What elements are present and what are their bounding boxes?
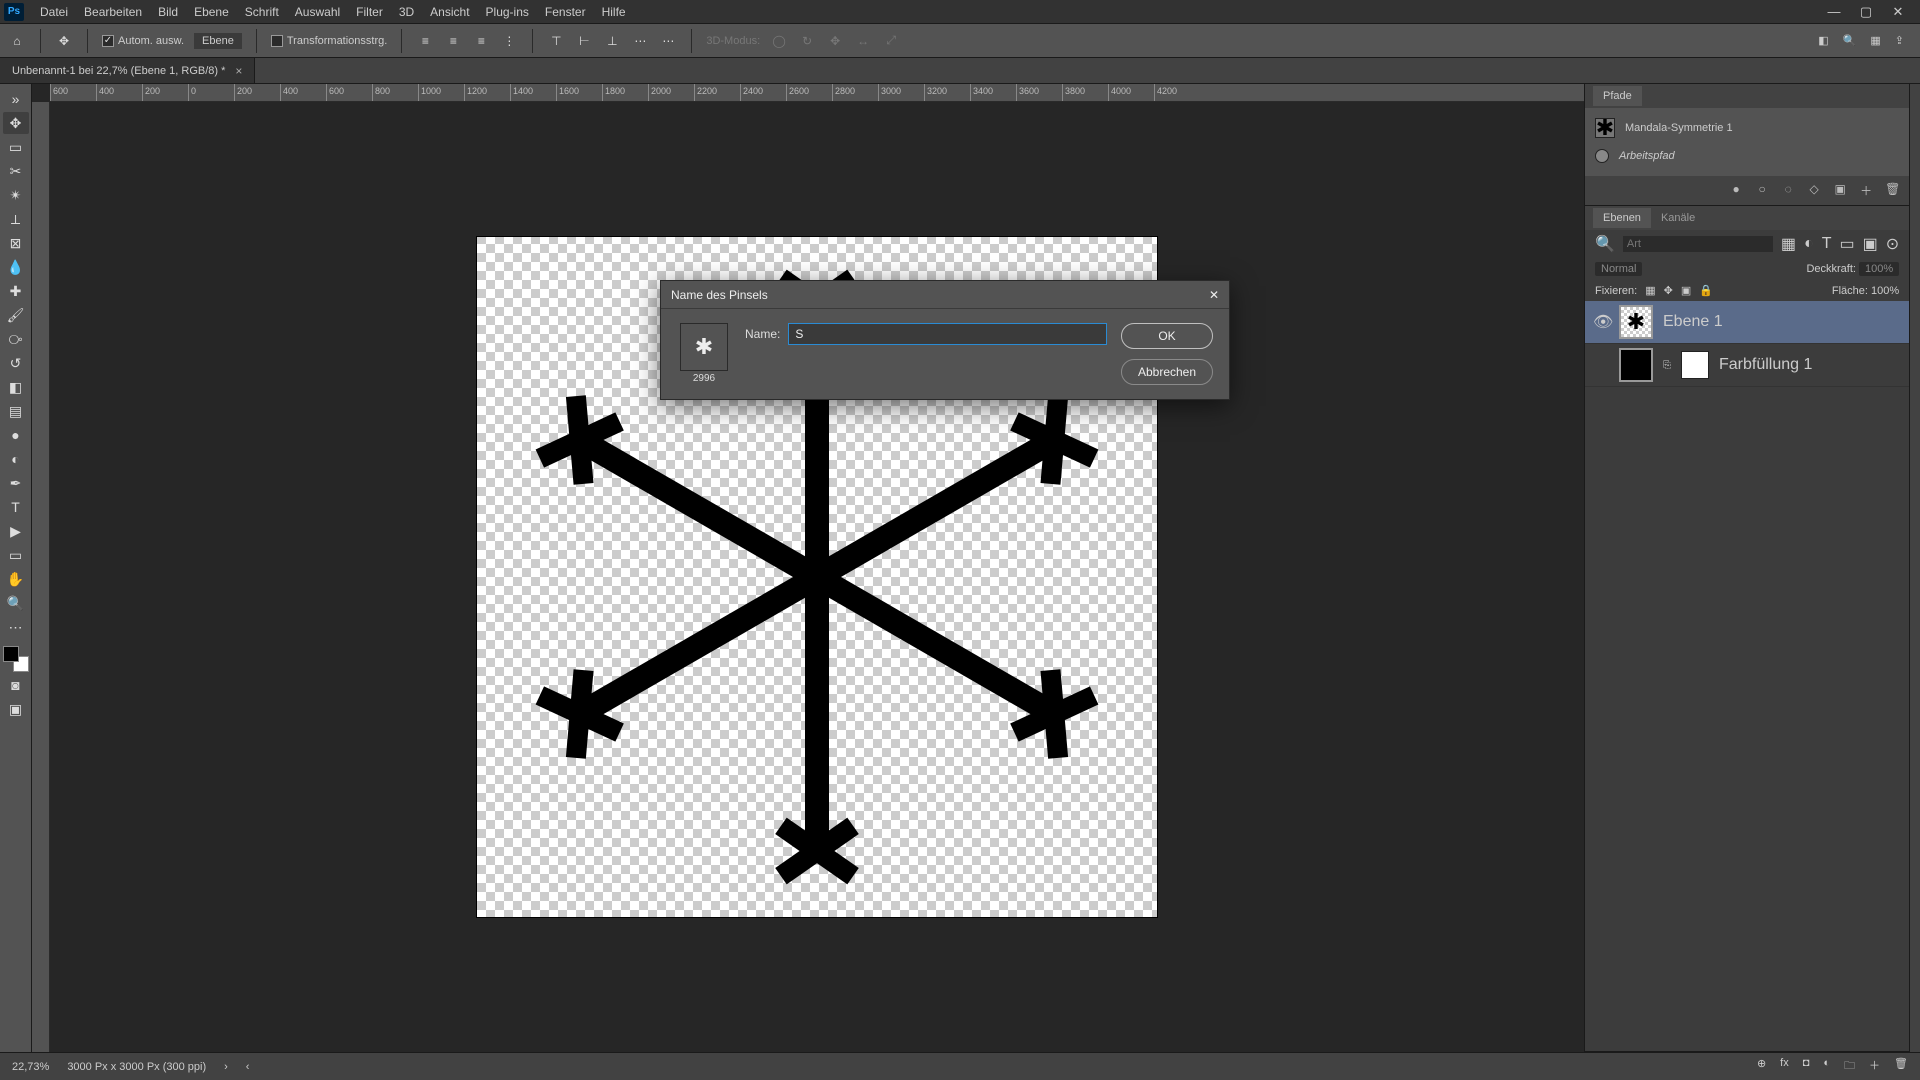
dialog-title: Name des Pinsels bbox=[671, 288, 768, 302]
ok-button[interactable]: OK bbox=[1121, 323, 1213, 349]
brush-size-label: 2996 bbox=[693, 373, 715, 384]
cancel-button[interactable]: Abbrechen bbox=[1121, 359, 1213, 385]
brush-name-input[interactable] bbox=[788, 323, 1107, 345]
brush-name-dialog: Name des Pinsels ✕ ✱ 2996 Name: OK Abbre… bbox=[660, 280, 1230, 400]
modal-overlay: Name des Pinsels ✕ ✱ 2996 Name: OK Abbre… bbox=[0, 0, 1920, 1080]
name-field-label: Name: bbox=[745, 327, 780, 341]
brush-preview-thumbnail: ✱ bbox=[680, 323, 728, 371]
close-icon[interactable]: ✕ bbox=[1209, 288, 1219, 302]
